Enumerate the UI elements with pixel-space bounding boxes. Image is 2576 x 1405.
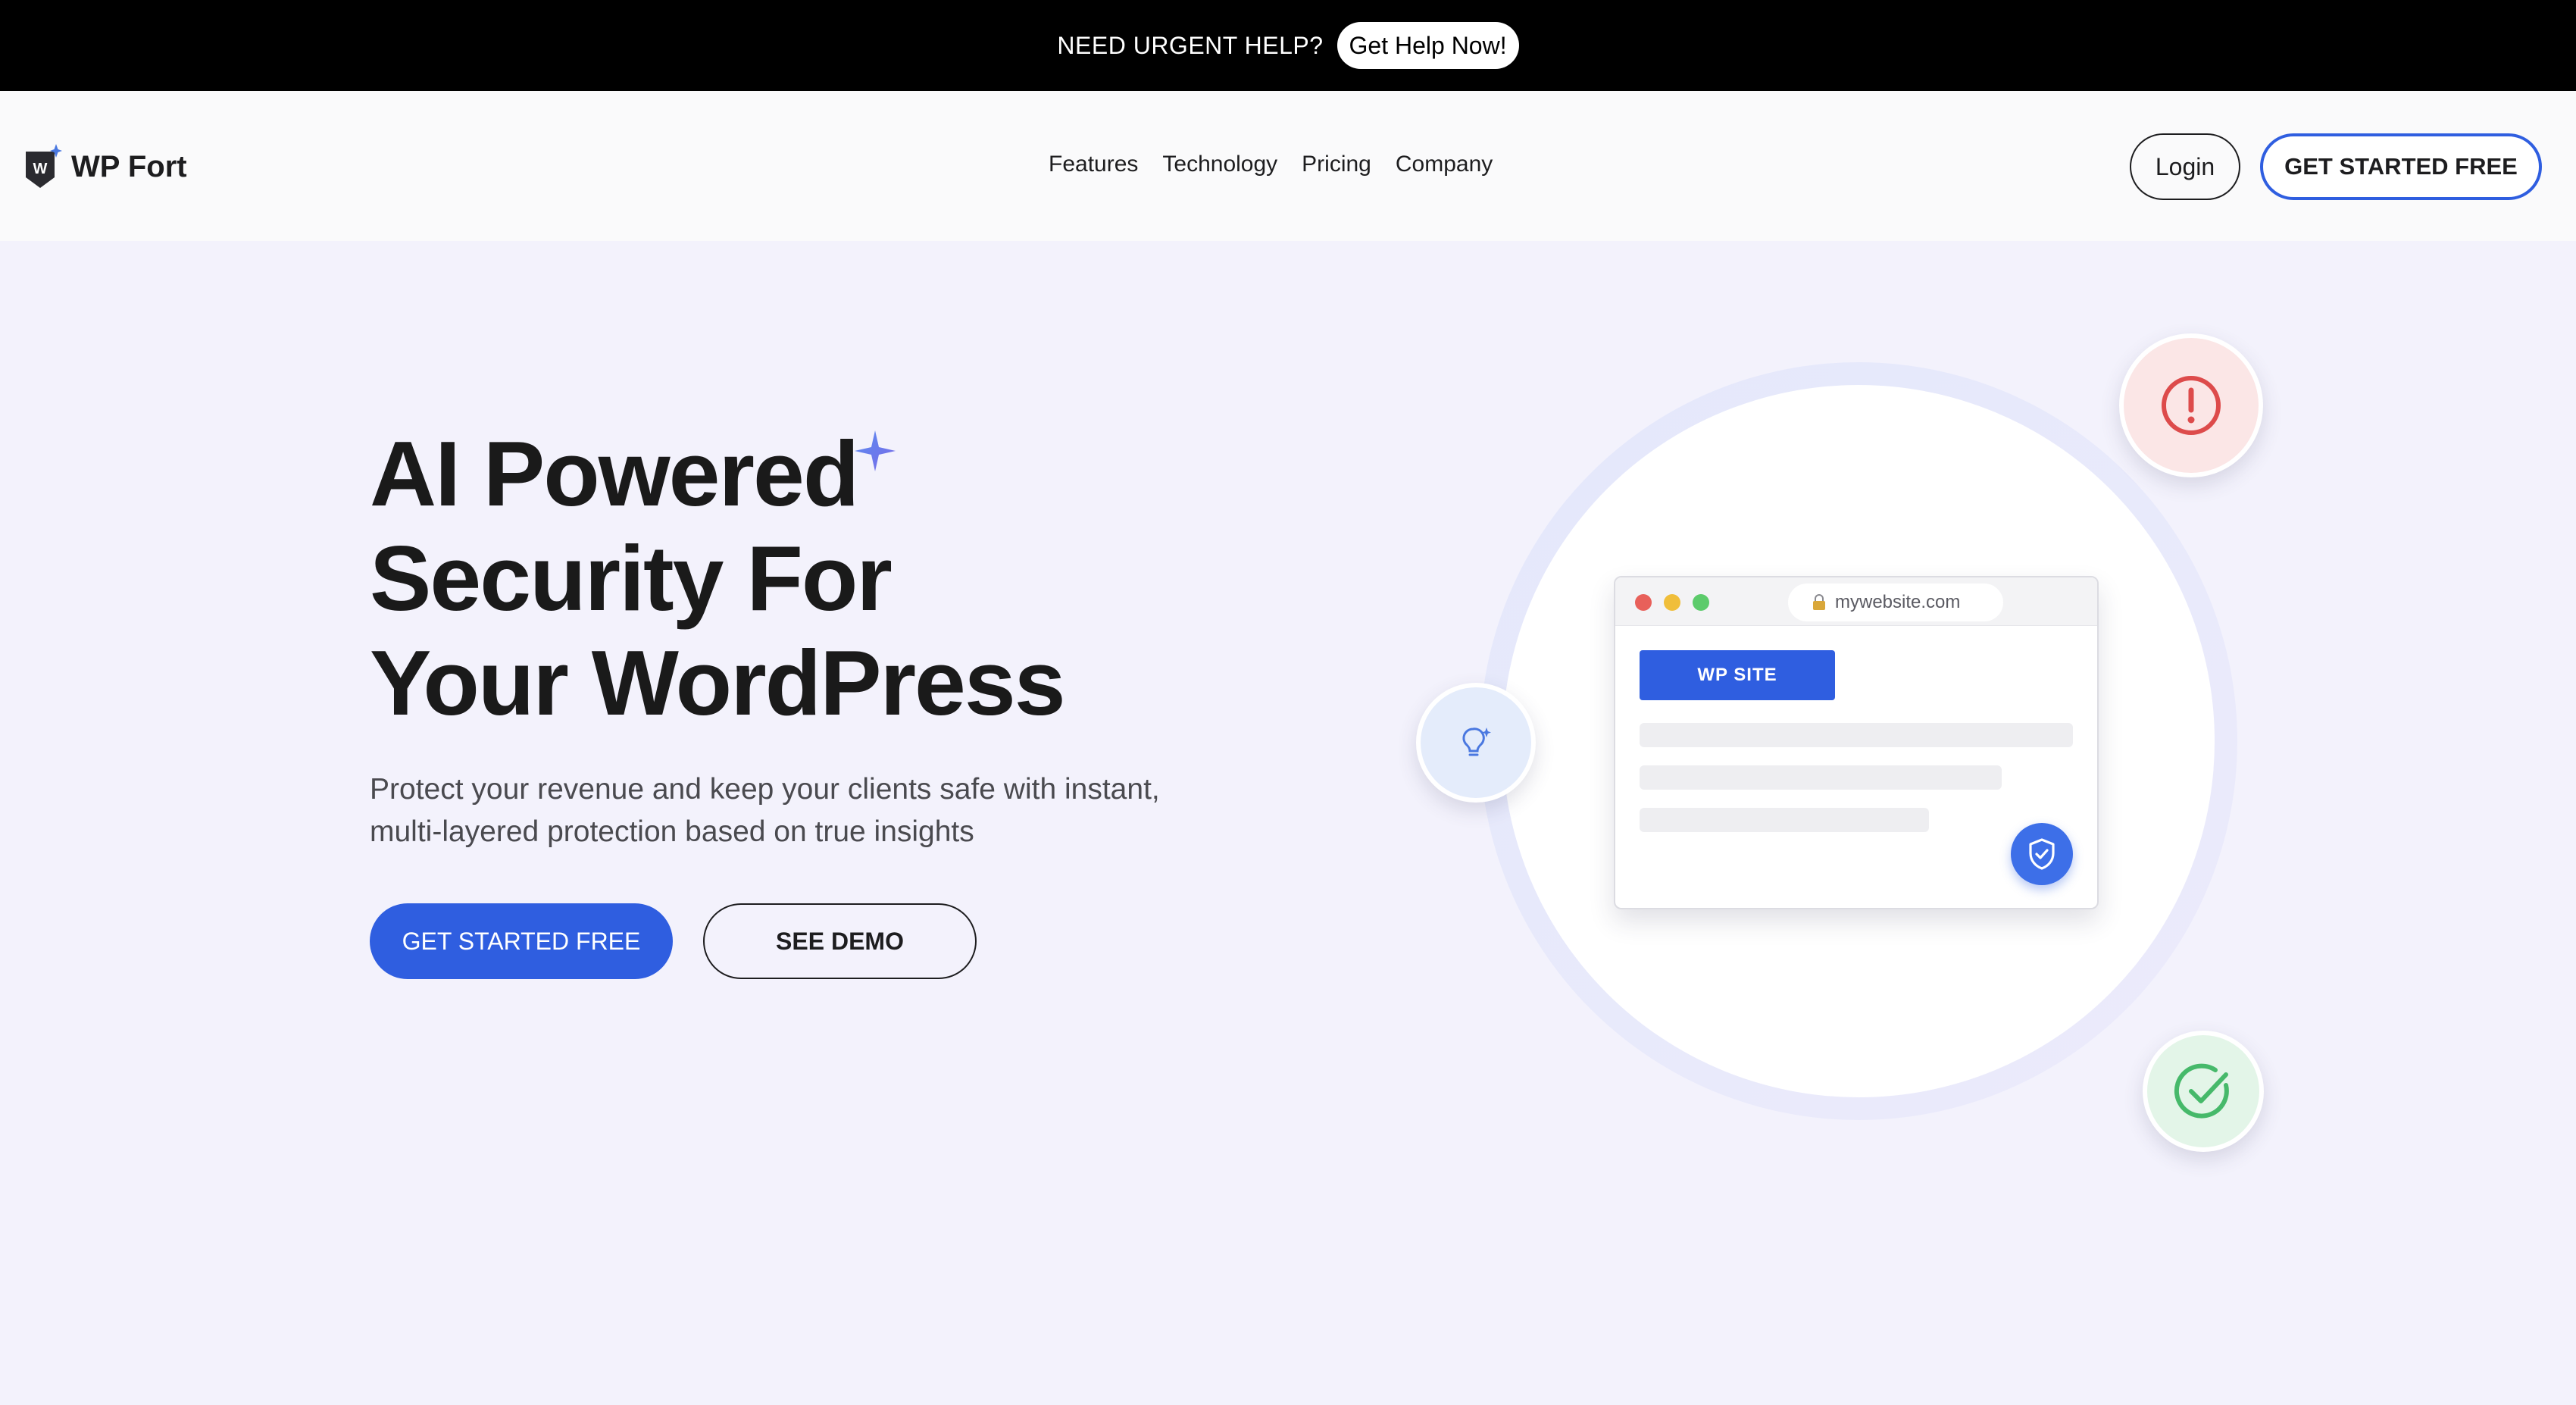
browser-toolbar: mywebsite.com	[1615, 577, 2097, 626]
svg-text:W: W	[33, 161, 48, 177]
urgent-help-text: NEED URGENT HELP?	[1057, 31, 1324, 59]
window-maximize-dot	[1693, 594, 1709, 611]
hero-title-line-2: Security For	[370, 527, 893, 630]
header-get-started-button[interactable]: GET STARTED FREE	[2260, 133, 2542, 200]
nav-item-features[interactable]: Features	[1049, 152, 1138, 177]
alert-icon	[2119, 333, 2263, 477]
window-minimize-dot	[1664, 594, 1680, 611]
wp-site-label: WP SITE	[1640, 650, 1835, 700]
urgent-help-bar: NEED URGENT HELP? Get Help Now!	[0, 0, 2576, 91]
logo-text: WP Fort	[71, 149, 187, 183]
skeleton-line	[1640, 723, 2073, 747]
get-help-now-button[interactable]: Get Help Now!	[1336, 22, 1519, 69]
get-started-free-button[interactable]: GET STARTED FREE	[370, 903, 673, 979]
browser-mockup: mywebsite.com WP SITE	[1614, 576, 2099, 909]
check-icon	[2143, 1031, 2264, 1152]
hero-title-line-1: AI Powered	[370, 422, 859, 525]
lock-icon	[1812, 594, 1826, 611]
skeleton-line	[1640, 808, 1929, 832]
hero-title-line-3: Your WordPress	[370, 631, 1066, 734]
logo-shield-icon: W	[24, 142, 62, 191]
nav-item-pricing[interactable]: Pricing	[1302, 152, 1371, 177]
nav-item-technology[interactable]: Technology	[1162, 152, 1277, 177]
skeleton-line	[1640, 765, 2002, 790]
main-nav: Features Technology Pricing Company	[1049, 152, 1517, 177]
hero-subtitle: Protect your revenue and keep your clien…	[370, 768, 1279, 853]
hero-title: AI Powered Security For Your WordPress	[370, 421, 1506, 735]
url-text: mywebsite.com	[1835, 592, 1961, 612]
lightbulb-icon	[1416, 683, 1536, 803]
window-close-dot	[1635, 594, 1652, 611]
sparkle-icon	[853, 429, 897, 473]
hero-subtitle-line-1: Protect your revenue and keep your clien…	[370, 773, 1160, 806]
site-header: W WP Fort Features Technology Pricing Co…	[0, 91, 2576, 241]
see-demo-button[interactable]: SEE DEMO	[703, 903, 977, 979]
nav-item-company[interactable]: Company	[1396, 152, 1493, 177]
shield-check-icon	[2011, 823, 2073, 885]
logo[interactable]: W WP Fort	[24, 142, 187, 191]
login-button[interactable]: Login	[2130, 133, 2240, 200]
hero-subtitle-line-2: multi-layered protection based on true i…	[370, 815, 974, 848]
url-bar: mywebsite.com	[1788, 584, 2003, 621]
